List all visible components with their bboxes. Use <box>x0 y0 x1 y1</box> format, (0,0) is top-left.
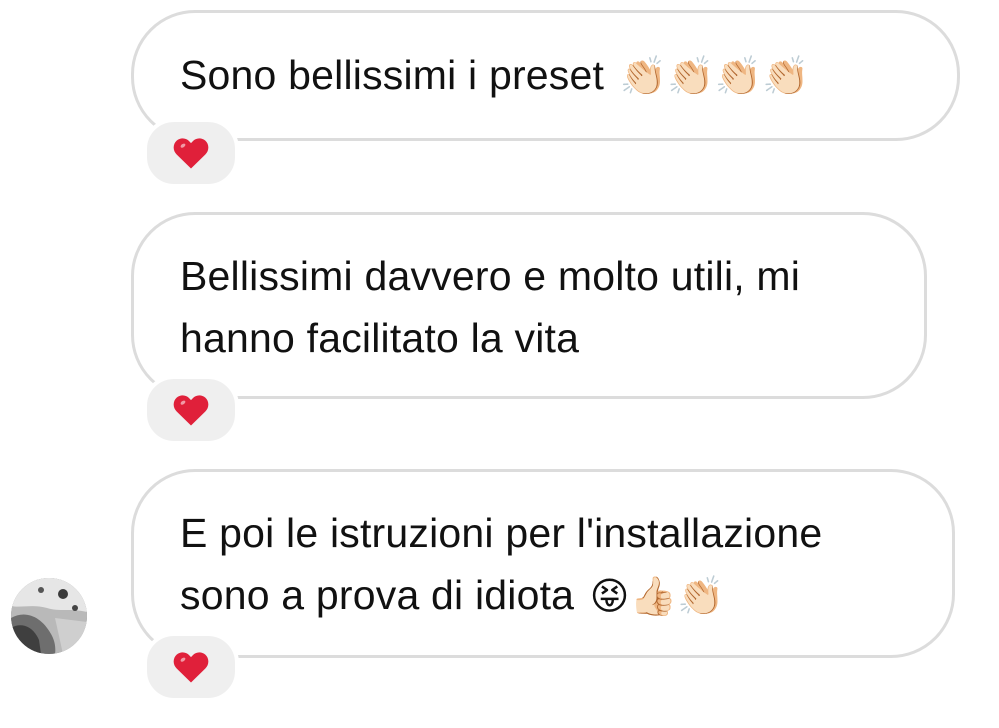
avatar-photo <box>11 578 87 654</box>
message-text-line-1: Bellissimi davvero e molto utili, mi <box>180 253 801 299</box>
message-bubble-2[interactable]: Bellissimi davvero e molto utili, mi han… <box>131 212 927 399</box>
heart-icon <box>173 652 209 683</box>
heart-icon <box>173 138 209 169</box>
message-bubble-1[interactable]: Sono bellissimi i preset 👏🏻👏🏻👏🏻👏🏻 <box>131 10 960 141</box>
heart-icon <box>173 395 209 426</box>
heart-reaction-1[interactable] <box>143 118 239 188</box>
message-text-line-2: sono a prova di idiota <box>180 572 575 618</box>
message-bubble-3[interactable]: E poi le istruzioni per l'installazione … <box>131 469 955 658</box>
message-text: Sono bellissimi i preset <box>180 52 605 98</box>
avatar[interactable] <box>11 578 87 654</box>
heart-reaction-2[interactable] <box>143 375 239 445</box>
message-text-line-2: hanno facilitato la vita <box>180 315 580 361</box>
reaction-emojis: 😝👍🏻👏🏻 <box>589 574 725 618</box>
clapping-hands-emoji: 👏🏻👏🏻👏🏻👏🏻 <box>619 54 810 98</box>
heart-reaction-3[interactable] <box>143 632 239 702</box>
message-text-line-1: E poi le istruzioni per l'installazione <box>180 510 823 556</box>
